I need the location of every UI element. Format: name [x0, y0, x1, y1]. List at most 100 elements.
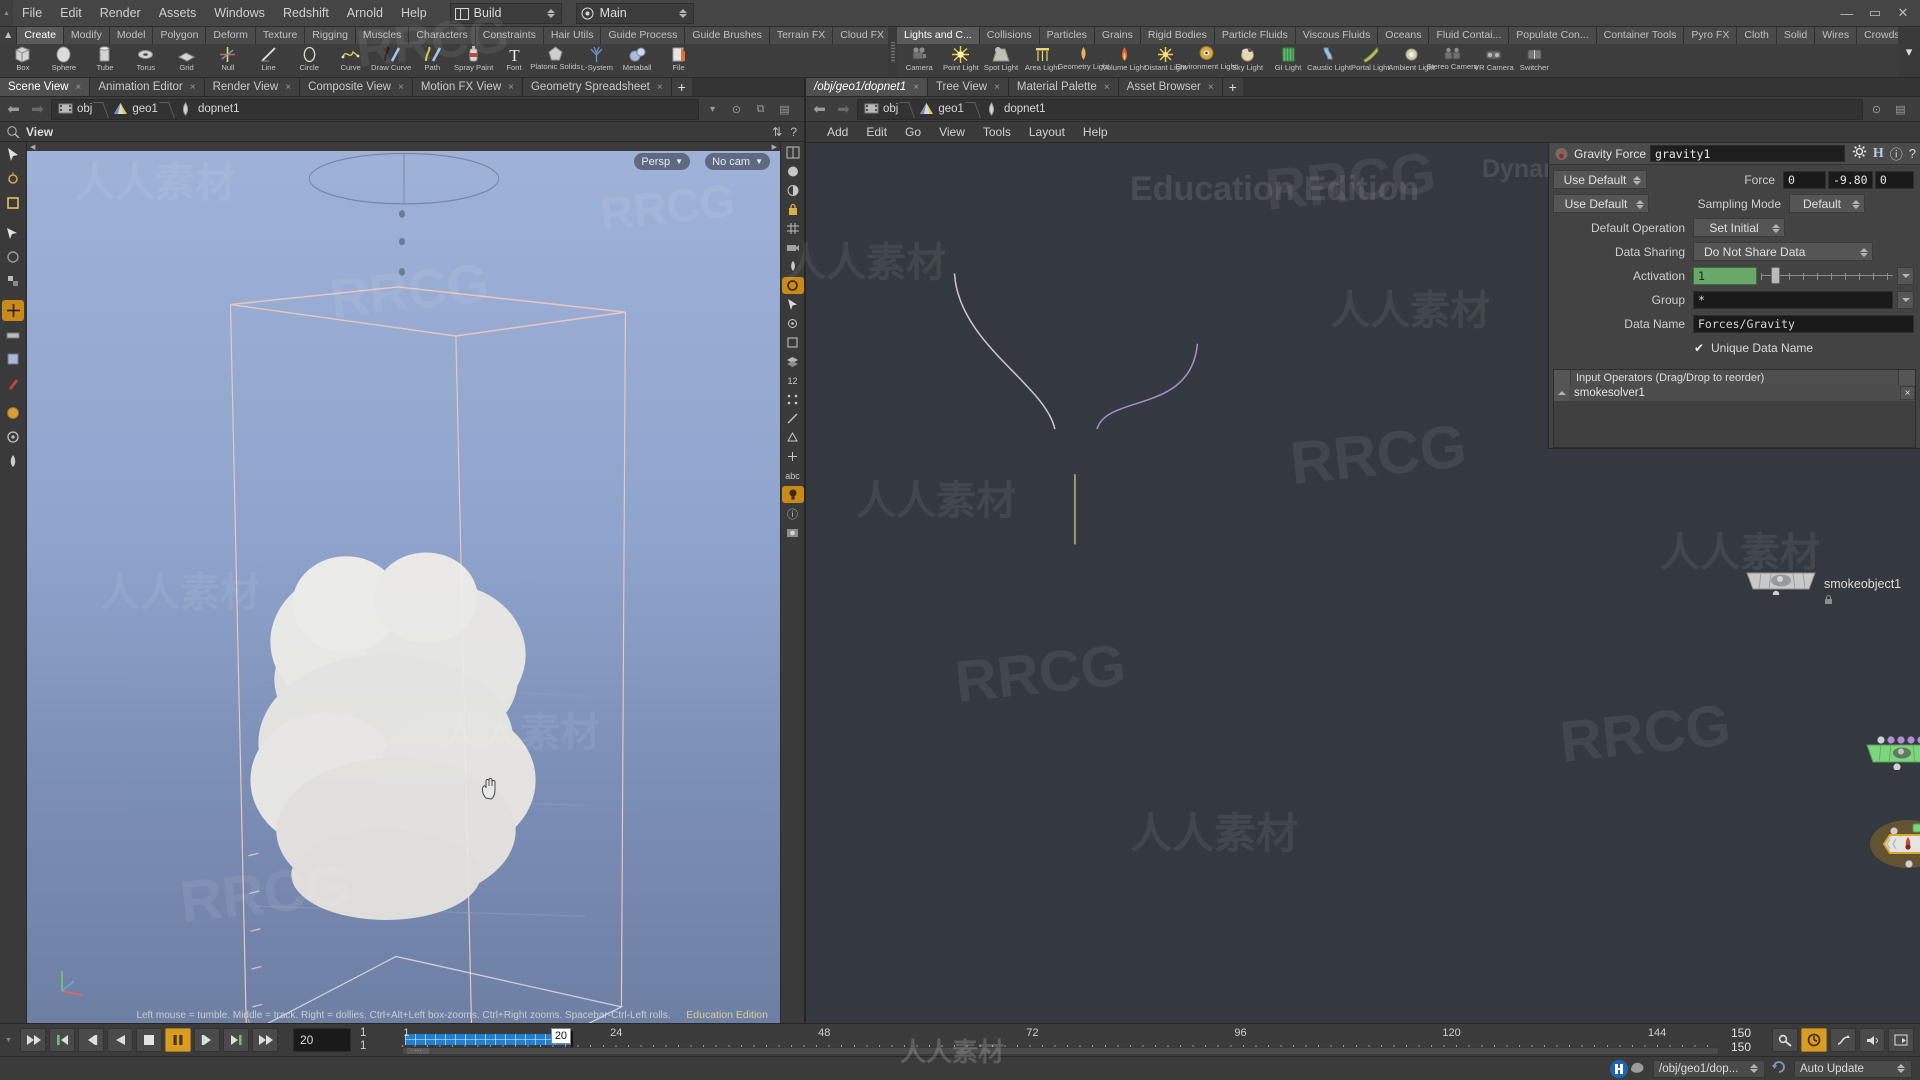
data-name-field[interactable]: Forces/Gravity — [1693, 314, 1914, 333]
step-back-button[interactable] — [78, 1028, 104, 1052]
nav-forward-icon[interactable]: ➡ — [833, 99, 854, 120]
shelf-tool-spot-light[interactable]: Spot Light — [981, 44, 1022, 77]
tab-close-icon[interactable]: × — [508, 82, 514, 93]
playbar-grip[interactable]: ▼ — [5, 1037, 17, 1044]
network-menu-edit[interactable]: Edit — [857, 122, 896, 143]
activation-dropdown[interactable] — [1897, 266, 1914, 285]
view-tool-icon[interactable] — [2, 192, 24, 213]
shelf-tab-cloud-fx[interactable]: Cloud FX — [833, 27, 888, 44]
tab-close-icon[interactable]: × — [398, 82, 404, 93]
shelf-tab-populate-containers[interactable]: Populate Con... — [1509, 27, 1597, 44]
update-mode-field[interactable]: Auto Update — [1794, 1059, 1912, 1078]
display-options-icon[interactable]: ⇅ — [772, 125, 782, 139]
shelf-tab-container-tools[interactable]: Container Tools — [1596, 27, 1685, 44]
timeline-ruler[interactable]: 1 24 48 72 96 120 144 20 ⋯ — [402, 1025, 1719, 1055]
shelf-tab-hair-utils[interactable]: Hair Utils — [543, 27, 602, 44]
shelf-tab-create[interactable]: Create — [17, 27, 64, 44]
tab-close-icon[interactable]: × — [994, 82, 1000, 93]
view-menu-icon[interactable] — [6, 125, 21, 139]
viewport-3d[interactable]: ◀ ▶ Persp ▼ No cam ▼ Left mouse = tumble… — [27, 142, 780, 1023]
shelf-tool-metaball[interactable]: Metaball — [617, 44, 658, 77]
menubar-grip[interactable]: ▲ — [0, 0, 13, 26]
reorder-handle-icon[interactable] — [1554, 385, 1569, 401]
audio-icon[interactable] — [1859, 1028, 1885, 1052]
network-menu-tools[interactable]: Tools — [974, 122, 1020, 143]
shelf-tab-grains[interactable]: Grains — [1094, 27, 1141, 44]
nav-back-icon[interactable]: ⬅ — [3, 99, 24, 120]
camera-badge[interactable]: No cam ▼ — [705, 153, 770, 170]
remove-input-icon[interactable]: × — [1900, 386, 1915, 400]
shading-icon[interactable] — [782, 182, 804, 199]
handle-toggle-icon[interactable] — [781, 277, 804, 294]
range-end-value[interactable]: 150 — [1731, 1026, 1769, 1040]
activation-slider[interactable] — [1761, 266, 1893, 285]
cook-icon[interactable] — [1629, 1059, 1647, 1079]
shelf-tool-draw-curve[interactable]: Draw Curve — [371, 44, 412, 77]
shelf-tab-viscous-fluids[interactable]: Viscous Fluids — [1295, 27, 1379, 44]
network-menu-view[interactable]: View — [930, 122, 974, 143]
shelf-tab-solid[interactable]: Solid — [1776, 27, 1816, 44]
normals-icon[interactable] — [782, 410, 804, 427]
visualize-icon[interactable] — [782, 334, 804, 351]
menu-edit[interactable]: Edit — [51, 0, 91, 27]
tab-motion-fx-view[interactable]: Motion FX View × — [412, 78, 523, 96]
range-start-global-value[interactable]: 1 — [360, 1040, 396, 1053]
workspace-selector[interactable]: Main — [575, 2, 694, 24]
shelf-tool-null[interactable]: Null — [207, 44, 248, 77]
tab-render-view[interactable]: Render View × — [204, 78, 301, 96]
force-x-field[interactable]: 0 — [1783, 170, 1826, 189]
shelf-tool-switcher[interactable]: Switcher — [1514, 44, 1555, 77]
scope-channels-icon[interactable] — [1830, 1028, 1856, 1052]
shelf-tab-modify[interactable]: Modify — [63, 27, 110, 44]
node-gravity1[interactable] — [1868, 819, 1920, 874]
path-dropdown-icon[interactable]: ▾ — [702, 99, 723, 120]
shelf-tool-volume-light[interactable]: Volume Light — [1103, 44, 1146, 77]
tab-close-icon[interactable]: × — [76, 82, 82, 93]
shelf-tab-rigid-bodies[interactable]: Rigid Bodies — [1140, 27, 1215, 44]
node-lock-icon[interactable] — [1824, 595, 1833, 604]
shelf-splitter[interactable] — [888, 27, 897, 77]
display-mode-icon[interactable] — [782, 163, 804, 180]
shelf-tab-fluid-containers[interactable]: Fluid Contai... — [1429, 27, 1510, 44]
shelf-tab-collisions[interactable]: Collisions — [979, 27, 1040, 44]
shelf-tab-characters[interactable]: Characters — [409, 27, 476, 44]
viewport-top-scrollbar[interactable]: ◀ ▶ — [27, 142, 780, 151]
shelf-tab-texture[interactable]: Texture — [255, 27, 306, 44]
shelf-tool-stereo-camera[interactable]: Stereo Camera — [1427, 44, 1478, 77]
tab-animation-editor[interactable]: Animation Editor × — [90, 78, 205, 96]
camera-view-icon[interactable] — [782, 239, 804, 256]
sampling-override-menu[interactable]: Use Default — [1553, 194, 1649, 213]
shelf-tool-circle[interactable]: Circle — [289, 44, 330, 77]
network-menu-add[interactable]: Add — [818, 122, 857, 143]
step-to-start-button[interactable] — [49, 1028, 75, 1052]
rotate-tool-icon[interactable] — [2, 246, 24, 267]
step-forward-button[interactable] — [194, 1028, 220, 1052]
activation-field[interactable]: 1 — [1693, 266, 1757, 285]
desktop-spinner[interactable] — [546, 5, 557, 21]
shelf-tool-sky-light[interactable]: Sky Light — [1227, 44, 1268, 77]
shelf-tool-box[interactable]: Box — [2, 44, 43, 77]
scale-tool-icon[interactable] — [2, 270, 24, 291]
force-z-field[interactable]: 0 — [1874, 170, 1914, 189]
move-tool-icon[interactable] — [2, 222, 24, 243]
transparency-icon[interactable] — [782, 448, 804, 465]
breadcrumb-obj[interactable]: obj — [861, 100, 916, 119]
shelf-tool-platonic-solids[interactable]: Platonic Solids — [531, 44, 580, 77]
menu-assets[interactable]: Assets — [150, 0, 206, 27]
menu-render[interactable]: Render — [91, 0, 150, 27]
tab-close-icon[interactable]: × — [657, 82, 663, 93]
group-field[interactable]: * — [1693, 290, 1893, 309]
shelf-tool-curve[interactable]: Curve — [330, 44, 371, 77]
sampling-mode-menu[interactable]: Default — [1789, 194, 1865, 213]
menu-help[interactable]: Help — [392, 0, 436, 27]
info-icon[interactable]: ⓘ — [1890, 144, 1903, 163]
tab-asset-browser[interactable]: Asset Browser × — [1118, 78, 1223, 96]
shelf-tab-rigging[interactable]: Rigging — [305, 27, 356, 44]
shelf-tool-point-light[interactable]: Point Light — [940, 44, 981, 77]
text-display-icon[interactable]: abc — [782, 467, 804, 484]
playbar-settings-icon[interactable] — [1888, 1028, 1914, 1052]
node-smokeobject1[interactable] — [1743, 571, 1819, 600]
tab-geometry-spreadsheet[interactable]: Geometry Spreadsheet × — [522, 78, 672, 96]
lock-icon[interactable] — [782, 201, 804, 218]
menu-windows[interactable]: Windows — [205, 0, 274, 27]
